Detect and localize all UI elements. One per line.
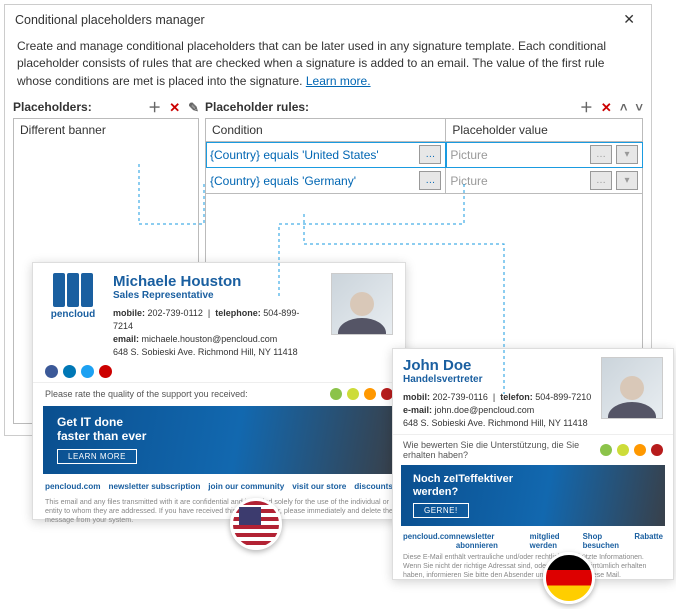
footer-link[interactable]: join our community <box>208 482 284 491</box>
banner-cta[interactable]: LEARN MORE <box>57 449 137 464</box>
de-flag-icon <box>543 552 595 604</box>
signature-preview-de: John Doe Handelsvertreter mobil: 202-739… <box>392 348 674 580</box>
value-dropdown-button[interactable]: ▾ <box>616 171 638 190</box>
contact-name: John Doe <box>403 357 593 374</box>
close-icon[interactable]: ✕ <box>617 11 641 28</box>
brand-name: pencloud <box>51 309 95 320</box>
address: 648 S. Sobieski Ave. Richmond Hill, NY 1… <box>403 417 593 430</box>
mobile-label: mobil: <box>403 392 430 402</box>
footer-links: pencloud.com newsletter abonnieren mitgl… <box>393 530 673 554</box>
col-condition: Condition <box>206 119 446 142</box>
contact-name: Michaele Houston <box>113 273 319 290</box>
col-value: Placeholder value <box>446 119 643 142</box>
email-label: e-mail: <box>403 405 432 415</box>
avatar <box>601 357 663 419</box>
condition-text: {Country} equals 'United States' <box>210 148 379 162</box>
rate-prompt: Wie bewerten Sie die Unterstützung, die … <box>403 440 600 460</box>
window-title: Conditional placeholders manager <box>15 13 205 27</box>
footer-link[interactable]: mitglied werden <box>530 532 583 550</box>
footer-link[interactable]: newsletter abonnieren <box>456 532 530 550</box>
disclaimer: This email and any files transmitted wit… <box>33 497 405 532</box>
footer-link[interactable]: discounts <box>354 482 393 491</box>
edit-value-button[interactable]: … <box>590 171 612 190</box>
move-down-icon[interactable]: ˅ <box>635 101 643 114</box>
add-rule-icon[interactable]: ＋ <box>580 101 593 114</box>
footer-link[interactable]: pencloud.com <box>403 532 456 550</box>
banner-line1: Noch zeITeffektiver <box>413 473 513 485</box>
value-dropdown-button[interactable]: ▾ <box>616 145 638 164</box>
mobile-value: 202-739-0116 <box>433 392 488 402</box>
value-text: Picture <box>450 174 586 188</box>
linkedin-icon[interactable] <box>63 365 76 378</box>
tel-label: telephone: <box>215 308 261 318</box>
footer-link[interactable]: Shop besuchen <box>583 532 635 550</box>
address: 648 S. Sobieski Ave. Richmond Hill, NY 1… <box>113 346 319 359</box>
edit-condition-button[interactable]: … <box>419 171 441 190</box>
avatar <box>331 273 393 335</box>
learn-more-link[interactable]: Learn more. <box>306 74 371 88</box>
value-text: Picture <box>450 148 586 162</box>
email-value: john.doe@pencloud.com <box>435 405 535 415</box>
mobile-label: mobile: <box>113 308 145 318</box>
edit-value-button[interactable]: … <box>590 145 612 164</box>
promo-banner[interactable]: Noch zeITeffektiverwerden? GERNE! <box>401 465 665 526</box>
delete-placeholder-icon[interactable]: ✕ <box>169 101 180 114</box>
signature-preview-us: pencloud Michaele Houston Sales Represen… <box>32 262 406 520</box>
rules-table: Condition Placeholder value {Country} eq… <box>205 118 643 194</box>
rules-heading: Placeholder rules: <box>205 100 309 114</box>
footer-link[interactable]: visit our store <box>292 482 346 491</box>
footer-link[interactable]: newsletter subscription <box>108 482 200 491</box>
footer-link[interactable]: Rabatte <box>634 532 663 550</box>
add-placeholder-icon[interactable]: ＋ <box>148 101 161 114</box>
rating-faces[interactable] <box>330 388 393 400</box>
tel-value: 504-899-7210 <box>535 392 591 402</box>
rate-prompt: Please rate the quality of the support y… <box>45 389 248 399</box>
email-value: michaele.houston@pencloud.com <box>142 334 278 344</box>
edit-placeholder-icon[interactable]: ✎ <box>188 101 199 114</box>
us-flag-icon <box>230 498 282 550</box>
brand-logo: pencloud <box>45 273 101 359</box>
list-item[interactable]: Different banner <box>14 119 198 141</box>
facebook-icon[interactable] <box>45 365 58 378</box>
placeholders-heading: Placeholders: <box>13 100 92 114</box>
banner-line2: werden? <box>413 486 458 498</box>
titlebar: Conditional placeholders manager ✕ <box>5 5 651 34</box>
banner-line2: faster than ever <box>57 429 146 443</box>
mobile-value: 202-739-0112 <box>148 308 203 318</box>
footer-link[interactable]: pencloud.com <box>45 482 101 491</box>
contact-title: Handelsvertreter <box>403 374 593 385</box>
move-up-icon[interactable]: ˄ <box>620 101 628 114</box>
tel-label: telefon: <box>500 392 533 402</box>
promo-banner[interactable]: Get IT donefaster than ever LEARN MORE <box>43 406 395 474</box>
email-label: email: <box>113 334 139 344</box>
youtube-icon[interactable] <box>99 365 112 378</box>
table-row[interactable]: {Country} equals 'Germany'… Picture…▾ <box>206 168 643 194</box>
edit-condition-button[interactable]: … <box>419 145 441 164</box>
delete-rule-icon[interactable]: ✕ <box>601 101 612 114</box>
banner-line1: Get IT done <box>57 415 123 429</box>
condition-text: {Country} equals 'Germany' <box>210 174 356 188</box>
disclaimer: Diese E-Mail enthält vertrauliche und/od… <box>393 554 673 586</box>
rating-faces[interactable] <box>600 444 663 456</box>
table-row[interactable]: {Country} equals 'United States' … Pictur… <box>206 142 643 168</box>
description: Create and manage conditional placeholde… <box>5 34 651 98</box>
contact-title: Sales Representative <box>113 290 319 301</box>
footer-links: pencloud.com newsletter subscription joi… <box>33 480 405 497</box>
banner-cta[interactable]: GERNE! <box>413 503 469 518</box>
twitter-icon[interactable] <box>81 365 94 378</box>
